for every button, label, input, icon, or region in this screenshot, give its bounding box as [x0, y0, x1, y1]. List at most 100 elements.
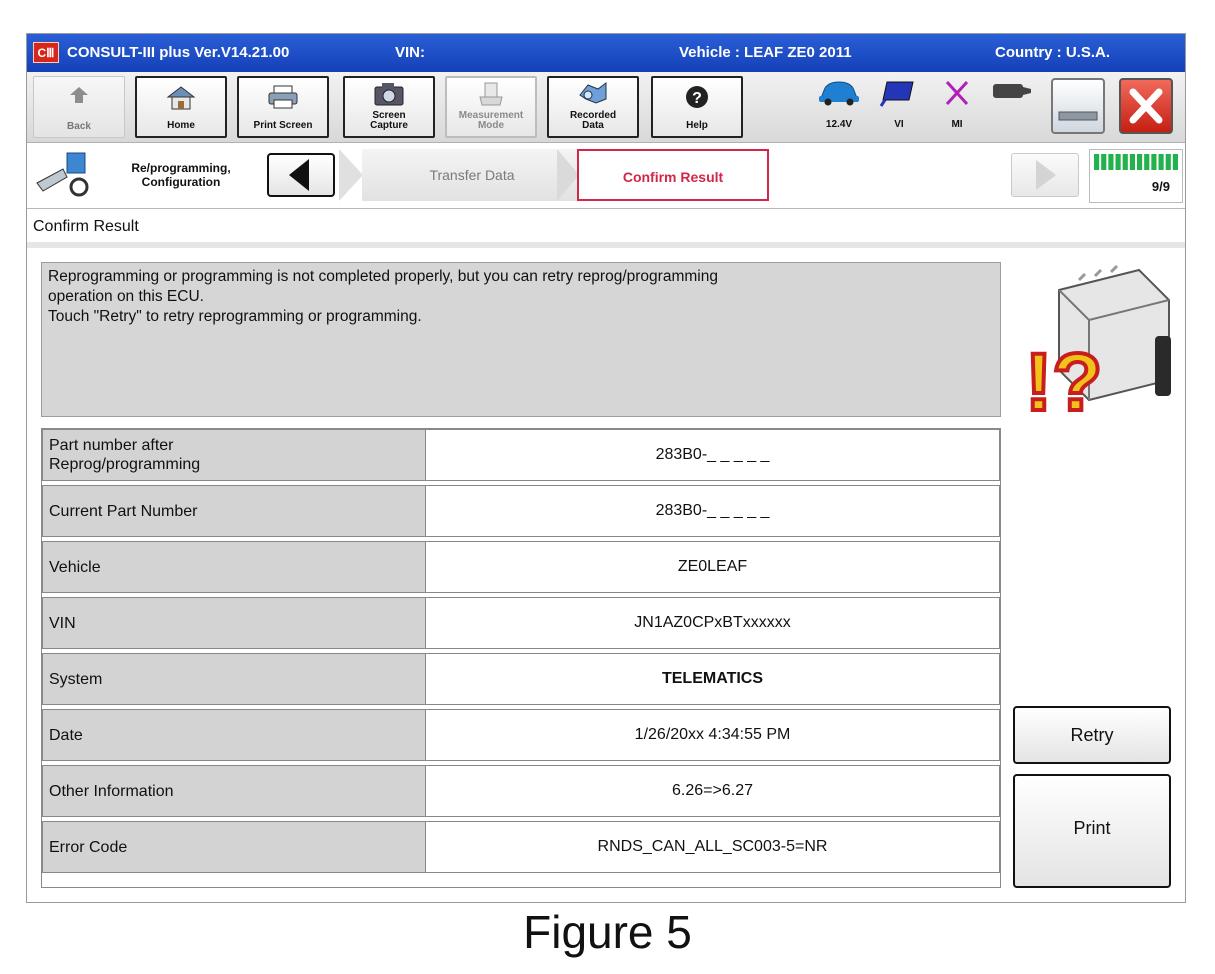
recorded-data-label-2: Data [582, 120, 604, 131]
nav-title-line-2: Configuration [141, 175, 221, 189]
row-value: RNDS_CAN_ALL_SC003-5=NR [426, 821, 1000, 873]
row-label: Error Code [42, 821, 426, 873]
progress-segment [1165, 154, 1171, 170]
vi-icon [879, 81, 914, 107]
row-value: 1/26/20xx 4:34:55 PM [426, 709, 1000, 761]
progress-indicator: 9/9 [1089, 149, 1183, 203]
printer-icon [268, 85, 298, 109]
retry-button[interactable]: Retry [1013, 706, 1171, 764]
progress-segment [1158, 154, 1164, 170]
progress-segment [1094, 154, 1100, 170]
progress-segment [1108, 154, 1114, 170]
nav-title-line-1: Re/programming, [131, 161, 231, 175]
svg-text:!?: !? [1025, 337, 1102, 420]
screen-capture-label: Screen Capture [345, 111, 433, 131]
help-icon: ? [686, 86, 708, 108]
voltage-label: 12.4V [825, 119, 853, 130]
row-label: System [42, 653, 426, 705]
section-title: Confirm Result [33, 218, 139, 235]
help-button[interactable]: ? Help [651, 76, 743, 138]
table-row: System TELEMATICS [42, 653, 1000, 705]
app-window: CⅢ CONSULT-III plus Ver.V14.21.00 VIN: V… [26, 33, 1186, 903]
previous-arrow-icon [289, 159, 309, 191]
row-value: TELEMATICS [426, 653, 1000, 705]
vi-label: VI [894, 119, 904, 130]
measurement-label: Measurement Mode [447, 111, 535, 131]
progress-segment [1122, 154, 1128, 170]
row-label: Part number after Reprog/programming [42, 429, 426, 481]
progress-segment [1151, 154, 1157, 170]
camera-icon [374, 83, 404, 106]
window-minimize-icon [1058, 111, 1098, 121]
back-label: Back [67, 121, 91, 132]
row-value: JN1AZ0CPxBTxxxxxx [426, 597, 1000, 649]
progress-segment [1101, 154, 1107, 170]
table-row: Other Information 6.26=>6.27 [42, 765, 1000, 817]
country-info: Country : U.S.A. [995, 44, 1110, 61]
back-button[interactable]: Back [33, 76, 125, 138]
home-button[interactable]: Home [135, 76, 227, 138]
app-title: CONSULT-III plus Ver.V14.21.00 [67, 44, 290, 61]
progress-text: 9/9 [1151, 179, 1170, 194]
result-message: Reprogramming or programming is not comp… [41, 262, 1001, 417]
vehicle-info: Vehicle : LEAF ZE0 2011 [679, 44, 852, 61]
progress-bar [1094, 154, 1178, 170]
progress-segment [1129, 154, 1135, 170]
mi-status: MI [933, 78, 981, 132]
toolbar: Back Home Print Screen Screen Capture Me… [27, 72, 1185, 143]
table-row: Part number after Reprog/programming 283… [42, 429, 1000, 481]
extra-device-status [987, 78, 1035, 132]
previous-step-button[interactable] [267, 153, 335, 197]
progress-segment [1115, 154, 1121, 170]
minimize-button[interactable] [1051, 78, 1105, 134]
step-transfer-data: Transfer Data [362, 149, 582, 201]
print-button[interactable]: Print [1013, 774, 1171, 888]
mi-icon [945, 80, 969, 106]
row-label: Other Information [42, 765, 426, 817]
table-row: VIN JN1AZ0CPxBTxxxxxx [42, 597, 1000, 649]
row-value: 283B0-_ _ _ _ _ [426, 429, 1000, 481]
window-close-icon [1129, 88, 1163, 124]
progress-segment [1172, 154, 1178, 170]
table-row: Date 1/26/20xx 4:34:55 PM [42, 709, 1000, 761]
device-icon [993, 84, 1031, 98]
vehicle-icon [819, 81, 859, 106]
measurement-mode-button[interactable]: Measurement Mode [445, 76, 537, 138]
row-label-line-1: Part number after [49, 437, 174, 454]
row-value: ZE0LEAF [426, 541, 1000, 593]
battery-voltage-status: 12.4V [815, 78, 863, 132]
step-confirm-result: Confirm Result [577, 149, 769, 201]
print-screen-button[interactable]: Print Screen [237, 76, 329, 138]
table-row: Current Part Number 283B0-_ _ _ _ _ [42, 485, 1000, 537]
divider [27, 242, 1185, 248]
recorded-data-label: Recorded Data [549, 111, 637, 131]
navigation-bar: Re/programming, Configuration Transfer D… [27, 143, 1185, 209]
row-label: Current Part Number [42, 485, 426, 537]
row-label-line-2: Reprog/programming [49, 456, 201, 473]
message-line-1: Reprogramming or programming is not comp… [48, 268, 718, 285]
table-row: Error Code RNDS_CAN_ALL_SC003-5=NR [42, 821, 1000, 873]
help-label: Help [686, 120, 708, 131]
recorded-data-icon [579, 82, 607, 104]
print-screen-label: Print Screen [253, 120, 313, 131]
row-value: 283B0-_ _ _ _ _ [426, 485, 1000, 537]
next-step-button[interactable] [1011, 153, 1079, 197]
home-label: Home [167, 120, 195, 131]
ecu-warning-icon: !? [1023, 264, 1171, 420]
figure-caption: Figure 5 [523, 906, 692, 958]
row-value: 6.26=>6.27 [426, 765, 1000, 817]
app-logo-icon: CⅢ [33, 42, 59, 63]
vin-label: VIN: [395, 44, 425, 61]
reprogramming-icon [36, 152, 89, 197]
row-label: VIN [42, 597, 426, 649]
message-line-3: Touch "Retry" to retry reprogramming or … [48, 308, 422, 325]
measurement-icon [479, 82, 503, 106]
home-icon [166, 86, 196, 110]
recorded-data-button[interactable]: Recorded Data [547, 76, 639, 138]
result-table: Part number after Reprog/programming 283… [41, 428, 1001, 888]
next-arrow-icon [1036, 160, 1056, 190]
back-arrow-icon [70, 87, 88, 103]
close-button[interactable] [1119, 78, 1173, 134]
screen-capture-button[interactable]: Screen Capture [343, 76, 435, 138]
progress-segment [1144, 154, 1150, 170]
